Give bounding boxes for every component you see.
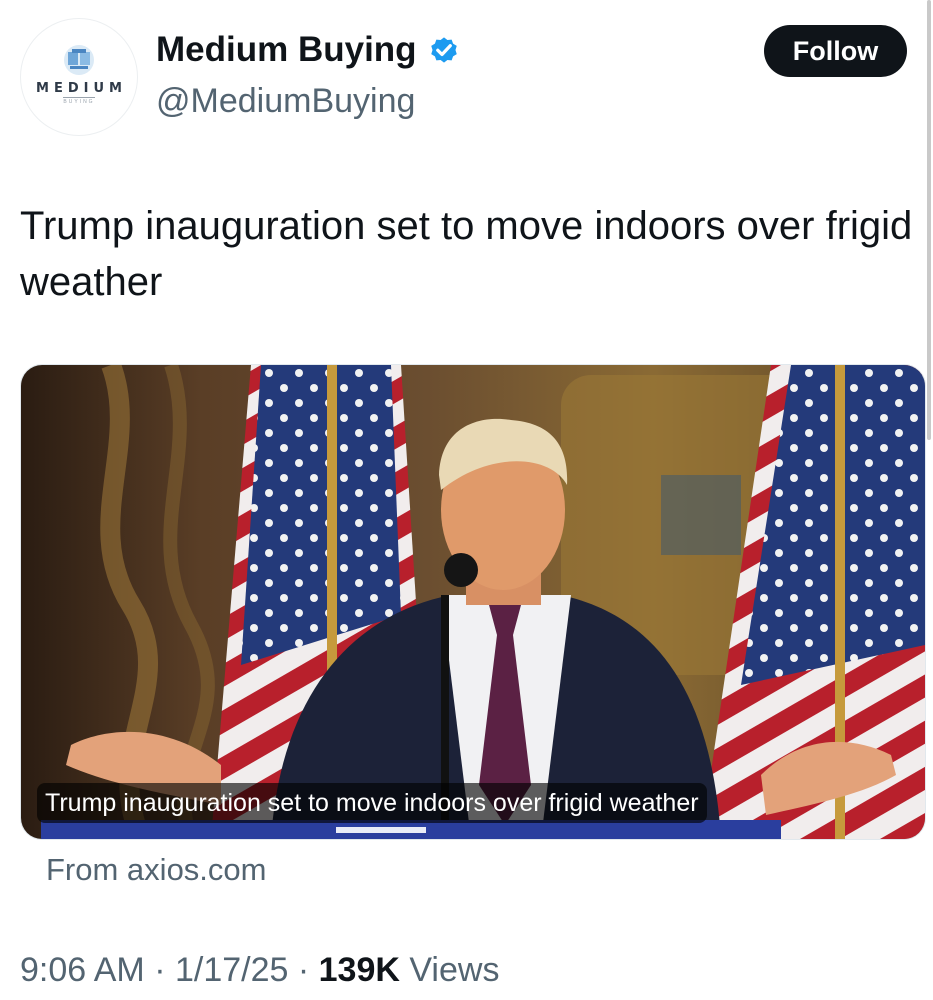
link-card[interactable]: Trump inauguration set to move indoors o…: [20, 364, 926, 840]
views-count[interactable]: 139K: [319, 951, 400, 989]
verified-badge-icon[interactable]: [427, 33, 461, 67]
tweet-date[interactable]: 1/17/25: [175, 951, 288, 989]
meta-separator: ·: [288, 951, 319, 989]
follow-button[interactable]: Follow: [764, 25, 907, 77]
tweet-text: Trump inauguration set to move indoors o…: [20, 204, 913, 304]
tweet-meta: 9:06 AM · 1/17/25 · 139K Views: [20, 948, 499, 992]
medium-buying-logo-icon: [64, 45, 94, 75]
avatar-brand-text: MEDIUM: [36, 81, 127, 96]
display-name[interactable]: Medium Buying: [156, 28, 417, 72]
avatar-brand-subtext: BUYING: [63, 97, 95, 105]
views-label: Views: [399, 951, 500, 989]
link-card-caption: Trump inauguration set to move indoors o…: [37, 783, 707, 823]
meta-separator: ·: [144, 951, 175, 989]
account-handle[interactable]: @MediumBuying: [156, 80, 415, 122]
scrollbar[interactable]: [927, 0, 931, 440]
tweet-time[interactable]: 9:06 AM: [20, 951, 145, 989]
link-card-photo: [21, 365, 925, 839]
name-row: Medium Buying: [156, 28, 461, 72]
link-source[interactable]: From axios.com: [46, 850, 266, 890]
avatar[interactable]: MEDIUM BUYING: [20, 18, 138, 136]
